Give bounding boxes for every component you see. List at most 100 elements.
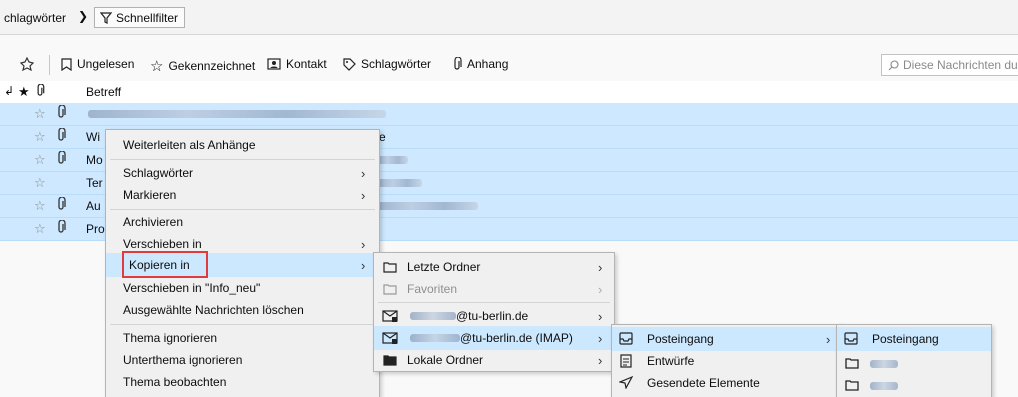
menu-item-label: Letzte Ordner <box>407 260 481 274</box>
menu-item-tags[interactable]: Schlagwörter › <box>106 161 379 185</box>
menu-item-sent[interactable]: Gesendete Elemente <box>612 371 842 395</box>
tags-label: Schlagwörter <box>361 57 432 71</box>
menu-item-account-tu-berlin-imap[interactable]: @tu-berlin.de (IMAP) › <box>374 326 614 350</box>
chevron-right-icon: › <box>598 259 603 275</box>
attachment-filter-button[interactable]: Anhang <box>452 57 508 71</box>
redacted-username <box>410 334 460 342</box>
message-subject: Pro <box>86 222 105 236</box>
menu-item-label: Unterthema ignorieren <box>123 353 243 367</box>
redacted-folder-name <box>870 360 898 368</box>
menu-item-inbox[interactable]: Posteingang › <box>612 327 842 351</box>
chevron-down-icon[interactable]: ❯ <box>78 9 88 23</box>
tags-filter-dropdown[interactable]: chlagwörter <box>4 11 66 25</box>
attachment-column-icon[interactable] <box>35 83 45 100</box>
menu-item-label: Gesendete Elemente <box>647 376 760 390</box>
menu-item-label: Schlagwörter <box>123 166 194 180</box>
menu-item-label: Thema ignorieren <box>123 331 218 345</box>
menu-item-recent-folders[interactable]: Letzte Ordner › <box>374 255 614 279</box>
funnel-icon <box>100 11 112 24</box>
menu-item-subfolder[interactable] <box>837 373 991 397</box>
menu-item-label: @tu-berlin.de <box>456 309 529 323</box>
menu-item-watch-thread[interactable]: Thema beobachten <box>106 370 379 394</box>
contact-filter-button[interactable]: Kontakt <box>267 57 327 71</box>
menu-item-label: Entwürfe <box>647 354 695 368</box>
contact-label: Kontakt <box>286 57 327 71</box>
star-column-icon[interactable]: ★ <box>18 84 30 100</box>
message-search-input[interactable]: Diese Nachrichten du <box>881 54 1018 76</box>
chevron-right-icon: › <box>826 331 831 347</box>
menu-item-favorites[interactable]: Favoriten › <box>374 277 614 301</box>
menu-item-label: Lokale Ordner <box>407 353 484 367</box>
message-subject: Ter <box>86 176 103 190</box>
menu-item-label: Ausgewählte Nachrichten löschen <box>123 303 304 317</box>
menu-item-forward-as-attachment[interactable]: Weiterleiten als Anhänge <box>106 133 379 157</box>
paperclip-icon <box>56 196 66 214</box>
menu-item-move-to-info-neu[interactable]: Verschieben in "Info_neu" <box>106 276 379 300</box>
redacted-username <box>410 312 456 320</box>
menu-item-subfolder[interactable] <box>837 351 991 375</box>
chevron-right-icon: › <box>361 187 366 203</box>
menu-separator <box>110 159 375 160</box>
bookmark-icon <box>61 57 72 71</box>
menu-item-local-folders[interactable]: Lokale Ordner › <box>374 348 614 372</box>
mail-account-icon <box>382 331 398 345</box>
copy-to-submenu: Letzte Ordner › Favoriten › @tu-berlin.d… <box>373 252 615 372</box>
folder-filled-icon <box>383 354 397 366</box>
chevron-right-icon: › <box>361 257 366 273</box>
star-icon[interactable]: ☆ <box>34 152 46 168</box>
unread-filter-button[interactable]: Ungelesen <box>61 57 134 71</box>
menu-item-drafts[interactable]: Entwürfe <box>612 349 842 373</box>
menu-item-mark[interactable]: Markieren › <box>106 183 379 207</box>
inbox-icon <box>844 332 858 345</box>
redacted-folder-name <box>870 382 898 390</box>
search-icon <box>888 59 899 70</box>
star-icon: ☆ <box>150 58 164 75</box>
message-subject: Au <box>86 199 101 213</box>
redacted-subject <box>378 202 478 210</box>
folder-icon <box>383 283 397 295</box>
starred-label: Gekennzeichnet <box>168 59 256 73</box>
menu-item-label: Verschieben in <box>123 237 202 251</box>
search-placeholder: Diese Nachrichten du <box>903 58 1018 72</box>
star-icon[interactable]: ☆ <box>34 198 46 214</box>
quickfilter-label: Schnellfilter <box>116 10 179 25</box>
menu-item-label: Posteingang <box>647 332 714 346</box>
message-subject-tail: e <box>379 130 386 144</box>
pin-icon <box>20 57 34 71</box>
thread-column-icon[interactable]: ↲ <box>4 84 14 98</box>
message-row[interactable]: ☆ <box>0 103 1018 126</box>
inbox-submenu: Posteingang <box>836 324 992 397</box>
starred-filter-button[interactable]: ☆ Gekennzeichnet <box>150 57 255 75</box>
redacted-subject <box>378 156 408 164</box>
menu-separator <box>110 324 375 325</box>
message-subject: Wi <box>86 130 100 144</box>
attachment-label: Anhang <box>467 57 509 71</box>
menu-item-delete-selected[interactable]: Ausgewählte Nachrichten löschen <box>106 298 379 322</box>
menu-item-label: Archivieren <box>123 215 184 229</box>
quickfilter-button[interactable]: Schnellfilter <box>94 7 186 28</box>
message-subject: Mo <box>86 153 103 167</box>
message-list-header: ↲ ★ Betreff <box>0 81 1018 104</box>
menu-item-label: Posteingang <box>872 332 939 346</box>
menu-item-label: Favoriten <box>407 282 458 296</box>
menu-separator <box>378 302 610 303</box>
menu-item-inbox-folder[interactable]: Posteingang <box>837 327 991 351</box>
star-icon[interactable]: ☆ <box>34 221 46 237</box>
chevron-right-icon: › <box>598 352 603 368</box>
star-icon[interactable]: ☆ <box>34 175 46 191</box>
sticky-pin-button[interactable] <box>20 57 34 71</box>
subject-column-header[interactable]: Betreff <box>86 85 121 99</box>
star-icon[interactable]: ☆ <box>34 129 46 145</box>
menu-item-archive[interactable]: Archivieren <box>106 210 379 234</box>
quickfilter-toolbar: Ungelesen ☆ Gekennzeichnet Kontakt Schla… <box>0 49 1018 82</box>
menu-item-ignore-subthread[interactable]: Unterthema ignorieren <box>106 348 379 372</box>
menu-item-account-tu-berlin[interactable]: @tu-berlin.de › <box>374 304 614 328</box>
paperclip-icon <box>56 104 66 122</box>
contact-card-icon <box>267 58 281 70</box>
paperclip-icon <box>56 219 66 237</box>
chevron-right-icon: › <box>598 308 603 324</box>
menu-item-ignore-thread[interactable]: Thema ignorieren <box>106 326 379 350</box>
chevron-right-icon: › <box>598 330 603 346</box>
tags-filter-button[interactable]: Schlagwörter <box>343 57 431 71</box>
star-icon[interactable]: ☆ <box>34 106 46 122</box>
